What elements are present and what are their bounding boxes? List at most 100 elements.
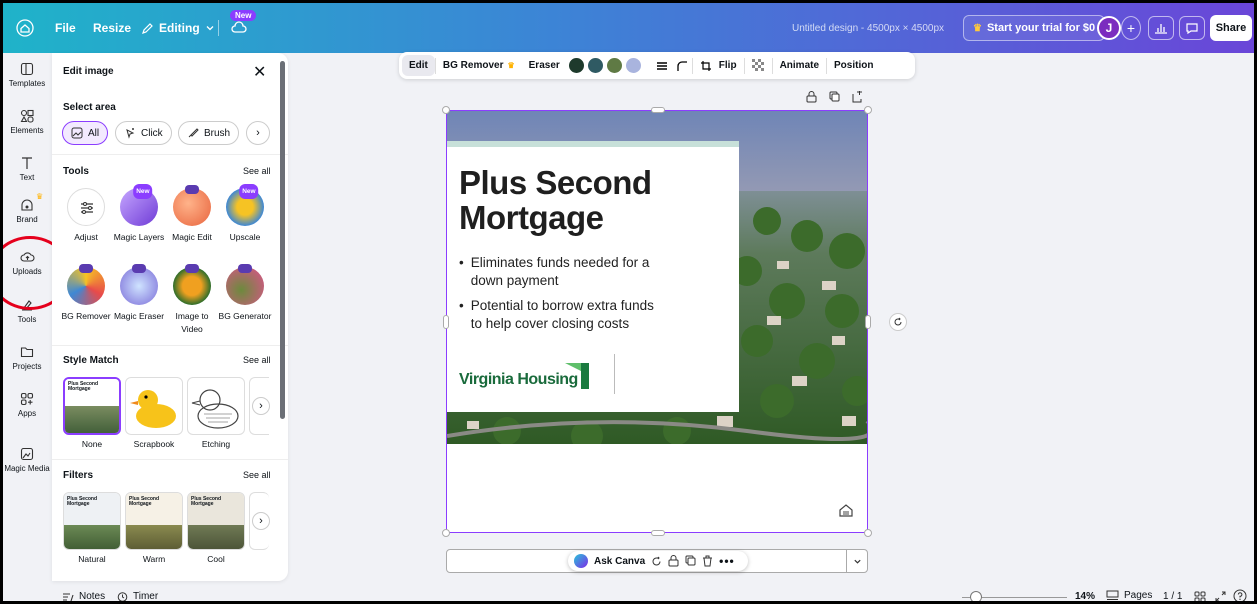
color-swatch[interactable] — [606, 58, 622, 73]
tool-magic-layers[interactable]: New Magic Layers — [112, 184, 166, 244]
resize-handle[interactable] — [651, 530, 665, 536]
chip-label: Click — [141, 127, 163, 139]
page-bar-chevron[interactable] — [846, 549, 868, 573]
style-scrapbook-thumb[interactable] — [125, 377, 183, 435]
resize-handle[interactable] — [865, 315, 871, 329]
fullscreen-icon[interactable] — [1215, 591, 1226, 602]
filter-warm-thumb[interactable]: Plus Second Mortgage — [125, 492, 183, 550]
edit-button[interactable]: Edit — [402, 55, 435, 76]
zoom-slider-thumb[interactable] — [970, 591, 982, 601]
resize-handle[interactable] — [651, 107, 665, 113]
corner-rounding-button[interactable] — [672, 52, 692, 79]
tool-magic-eraser[interactable]: Magic Eraser — [112, 264, 166, 323]
style-etching-thumb[interactable] — [187, 377, 245, 435]
footer-bar: Notes Timer 14% Pages 1 / 1 — [52, 587, 1254, 603]
tool-bg-generator[interactable]: BG Generator — [218, 264, 272, 323]
resize-handle[interactable] — [443, 315, 449, 329]
chips-next-button[interactable]: › — [246, 121, 270, 145]
position-button[interactable]: Position — [827, 52, 880, 79]
timer-button[interactable]: Timer — [117, 591, 158, 601]
style-match-heading: Style Match — [63, 355, 119, 366]
thumb-text: Plus Second Mortgage — [68, 381, 99, 392]
select-click-chip[interactable]: Click — [115, 121, 172, 145]
file-menu[interactable]: File — [55, 3, 76, 53]
color-swatch[interactable] — [625, 58, 641, 73]
color-swatch[interactable] — [568, 58, 584, 73]
pages-button[interactable]: Pages — [1106, 590, 1152, 601]
bg-remover-button[interactable]: BG Remover ♛ — [436, 52, 522, 79]
refresh-icon[interactable] — [651, 556, 662, 567]
bullet-list[interactable]: • Eliminates funds needed for a down pay… — [459, 254, 654, 333]
brush-icon — [188, 128, 199, 138]
avatar[interactable]: J — [1097, 16, 1121, 40]
styles-next-button[interactable]: › — [252, 397, 270, 415]
crop-button[interactable] — [693, 52, 719, 79]
rail-templates[interactable]: Templates — [3, 62, 51, 88]
design-canvas[interactable]: Plus Second Mortgage • Eliminates funds … — [446, 110, 868, 533]
lock-icon[interactable] — [668, 555, 679, 567]
start-trial-button[interactable]: ♛ Start your trial for $0 — [963, 15, 1106, 41]
resize-handle[interactable] — [442, 106, 450, 114]
comments-button[interactable] — [1179, 16, 1205, 40]
close-icon[interactable]: ✕ — [253, 62, 266, 82]
help-icon[interactable] — [1233, 589, 1247, 603]
flip-button[interactable]: Flip — [719, 52, 744, 79]
select-brush-chip[interactable]: Brush — [178, 121, 240, 145]
duplicate-icon[interactable] — [829, 91, 840, 103]
tool-magic-edit[interactable]: Magic Edit — [165, 185, 219, 244]
tools-see-all-link[interactable]: See all — [243, 166, 271, 176]
resize-menu[interactable]: Resize — [93, 3, 131, 53]
tool-bg-remover[interactable]: BG Remover — [59, 264, 113, 323]
home-button[interactable] — [16, 3, 34, 53]
crown-icon: ♛ — [507, 61, 515, 70]
insights-button[interactable] — [1148, 16, 1174, 40]
filter-cool-thumb[interactable]: Plus Second Mortgage — [187, 492, 245, 550]
new-badge: New — [239, 184, 259, 199]
rail-label: Projects — [12, 362, 42, 371]
tool-image-to-video[interactable]: Image to Video — [165, 264, 219, 336]
rail-brand[interactable]: ♛ Brand — [3, 192, 51, 224]
duplicate-icon[interactable] — [685, 555, 696, 567]
panel-scrollbar[interactable] — [280, 61, 285, 419]
rail-elements[interactable]: Elements — [3, 109, 51, 135]
share-button[interactable]: Share — [1210, 15, 1252, 41]
thumb-text: Plus Second Mortgage — [67, 496, 98, 507]
document-title[interactable]: Untitled design - 4500px × 4500px — [792, 3, 944, 53]
more-options-icon[interactable]: ••• — [719, 554, 735, 568]
ask-canva-button[interactable]: Ask Canva — [594, 556, 645, 567]
add-page-icon[interactable] — [852, 91, 863, 103]
tool-adjust[interactable]: Adjust — [59, 188, 113, 244]
trash-icon[interactable] — [702, 555, 713, 567]
resize-handle[interactable] — [864, 529, 872, 537]
filters-see-all-link[interactable]: See all — [243, 470, 271, 480]
style-match-see-all-link[interactable]: See all — [243, 355, 271, 365]
add-collaborator-button[interactable]: + — [1121, 16, 1141, 40]
color-swatch[interactable] — [587, 58, 603, 73]
notes-button[interactable]: Notes — [62, 591, 105, 601]
eraser-button[interactable]: Eraser — [522, 52, 567, 79]
transparency-button[interactable] — [745, 52, 772, 79]
grid-view-icon[interactable] — [1194, 591, 1206, 603]
filter-natural-thumb[interactable]: Plus Second Mortgage — [63, 492, 121, 550]
border-style-button[interactable] — [652, 52, 672, 79]
crop-icon — [700, 60, 711, 71]
resize-handle[interactable] — [442, 529, 450, 537]
lock-icon[interactable] — [806, 91, 817, 103]
rotate-button[interactable] — [889, 313, 907, 331]
new-badge: New — [230, 10, 257, 21]
filters-next-button[interactable]: › — [252, 512, 270, 530]
rail-apps[interactable]: Apps — [3, 392, 51, 418]
rail-text[interactable]: Text — [3, 156, 51, 182]
tool-upscale[interactable]: New Upscale — [218, 184, 272, 244]
virginia-housing-logo-text[interactable]: Virginia Housing — [459, 371, 578, 389]
animate-button[interactable]: Animate — [773, 52, 826, 79]
zoom-level[interactable]: 14% — [1075, 591, 1095, 601]
heading[interactable]: Plus Second Mortgage — [459, 165, 652, 235]
resize-handle[interactable] — [864, 106, 872, 114]
style-none-thumb[interactable]: Plus Second Mortgage — [63, 377, 121, 435]
editing-mode-dropdown[interactable]: Editing — [141, 3, 215, 53]
rail-projects[interactable]: Projects — [3, 345, 51, 371]
rail-magic-media[interactable]: Magic Media — [3, 447, 51, 473]
select-all-chip[interactable]: All — [62, 121, 109, 145]
heading-line: Mortgage — [459, 199, 604, 236]
